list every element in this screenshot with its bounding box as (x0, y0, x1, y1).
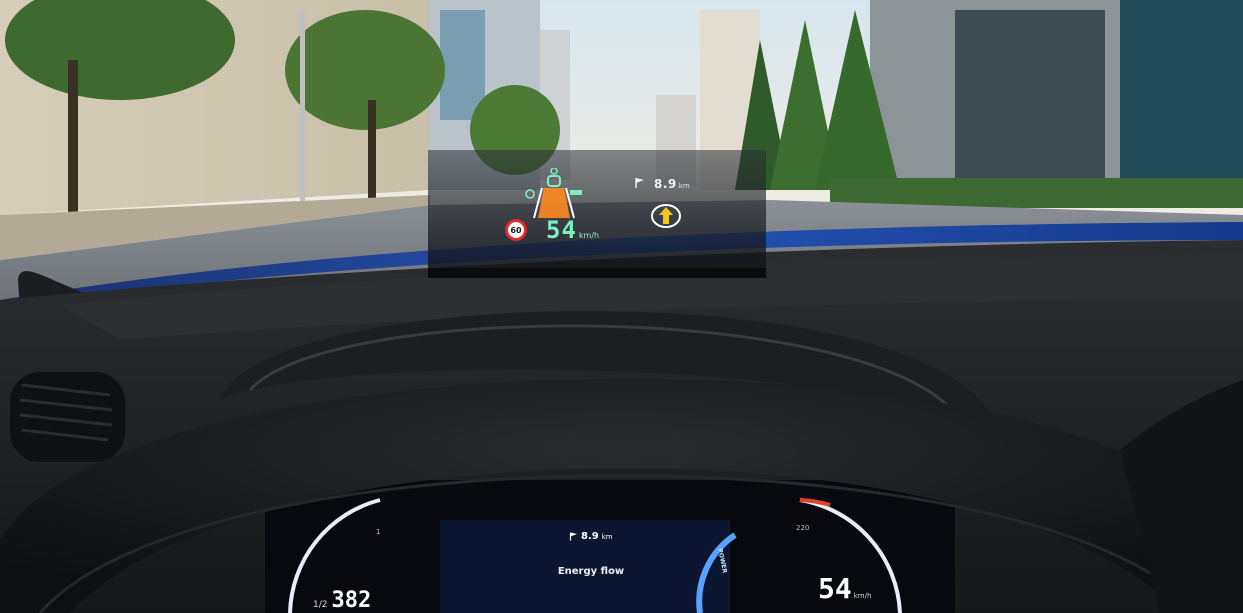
flag-icon (635, 178, 644, 188)
fuel-gauge-mark: 1 (376, 528, 381, 536)
turn-arrow-icon (651, 204, 681, 228)
cluster-distance-unit: km (601, 532, 613, 541)
cluster-speed-unit: km/h (853, 592, 872, 600)
cluster-flag-icon (569, 532, 577, 541)
cluster-speed-value: 54 (818, 572, 852, 605)
hud-speed: 54 km/h (546, 216, 599, 244)
cluster-range: 1/2 382 (313, 588, 371, 613)
hud-speed-value: 54 (546, 216, 577, 244)
hud-speed-unit: km/h (578, 231, 600, 240)
cluster-distance-value: 8.9 (581, 531, 599, 542)
hud-distance-unit: km (678, 182, 690, 190)
speed-limit-sign: 60 (505, 219, 527, 241)
lane-assist-icon (525, 168, 582, 219)
cluster-speed: 54 km/h (818, 572, 871, 605)
range-value: 382 (331, 588, 372, 613)
hud-distance: 8.9 km (654, 177, 690, 191)
scene-illustration (0, 0, 1243, 613)
speed-scale-label: 220 (796, 524, 810, 532)
energy-flow-title: Energy flow (557, 566, 625, 577)
car-interior-scene: 8.9 km 60 54 km/h 8.9 km Energy flow POW… (0, 0, 1243, 613)
hud-distance-value: 8.9 (654, 177, 677, 191)
range-prefix: 1/2 (313, 600, 328, 610)
cluster-distance: 8.9 km (569, 531, 613, 542)
